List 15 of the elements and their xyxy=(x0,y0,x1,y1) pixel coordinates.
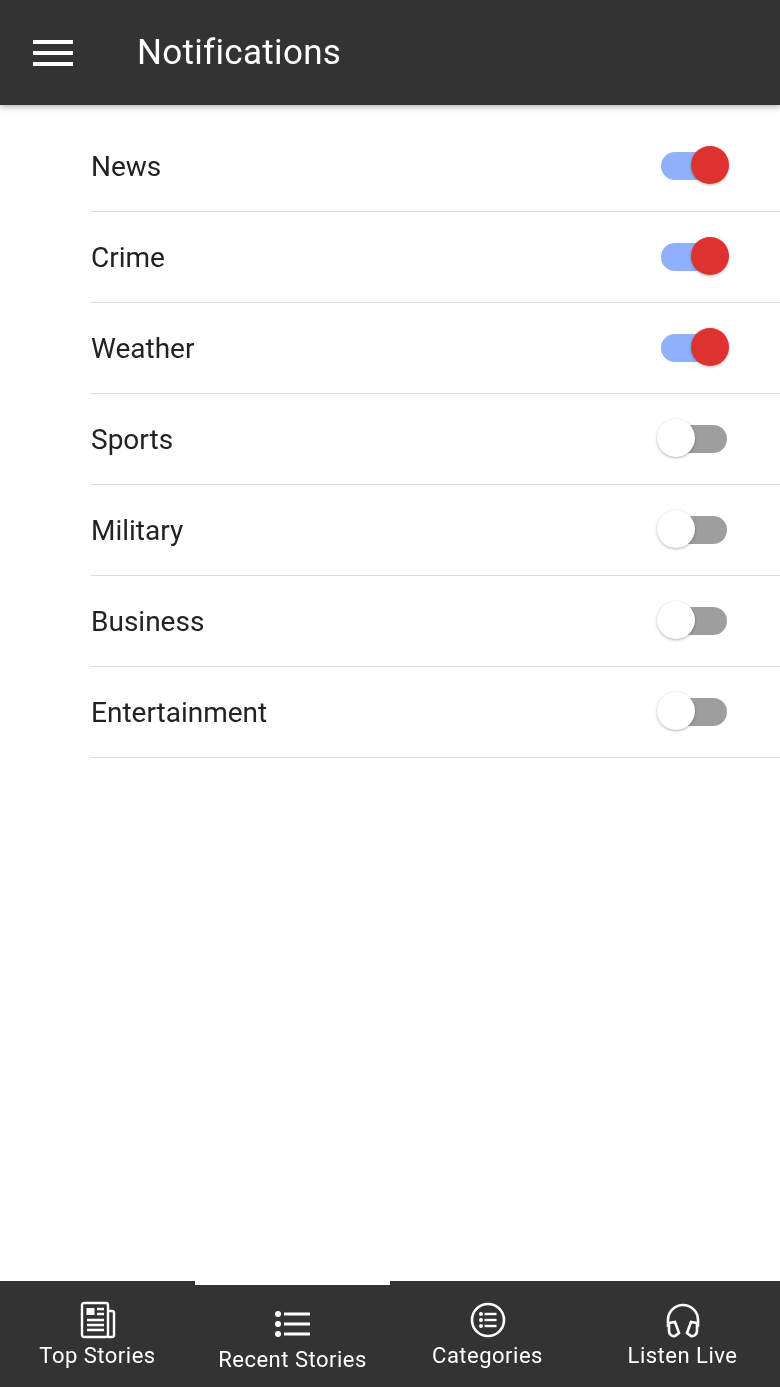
nav-tab[interactable]: Categories xyxy=(390,1281,585,1387)
setting-label: Sports xyxy=(91,422,174,456)
setting-label: Military xyxy=(91,513,184,547)
setting-label: Weather xyxy=(91,331,195,365)
nav-tab[interactable]: Listen Live xyxy=(585,1281,780,1387)
setting-label: News xyxy=(91,149,162,183)
menu-icon[interactable] xyxy=(33,38,73,67)
newspaper-icon xyxy=(78,1300,117,1339)
setting-label: Business xyxy=(91,604,205,638)
setting-label: Entertainment xyxy=(91,695,268,729)
nav-tab[interactable]: Top Stories xyxy=(0,1281,195,1387)
setting-label: Crime xyxy=(91,240,165,274)
nav-tab[interactable]: Recent Stories xyxy=(195,1285,390,1387)
screen-title: Notifications xyxy=(137,32,342,73)
circled-list-icon xyxy=(468,1300,507,1339)
